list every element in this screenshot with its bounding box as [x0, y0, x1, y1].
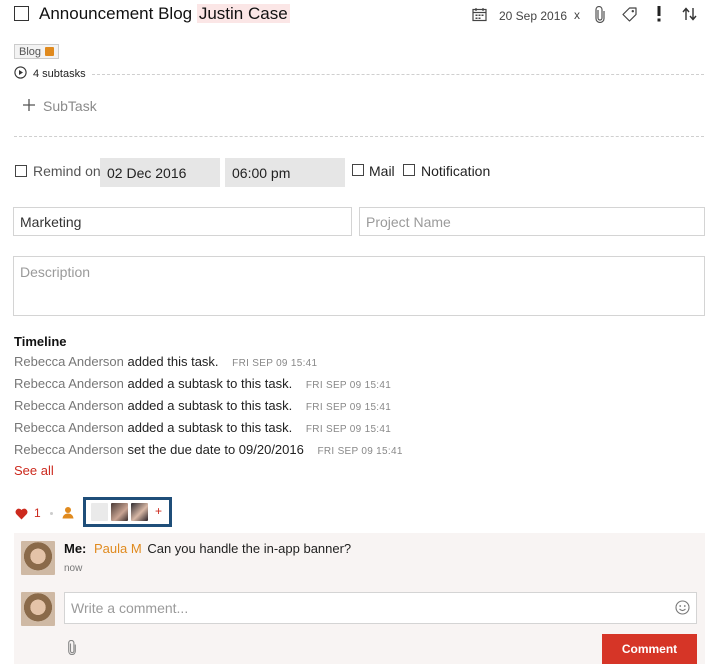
remind-label: Remind on	[33, 163, 101, 179]
separator-dot	[50, 512, 53, 515]
timeline-action: added a subtask to this task.	[127, 398, 293, 413]
comment-header: Me: Paula M Can you handle the in-app ba…	[64, 541, 351, 556]
follower-avatar-placeholder[interactable]	[91, 503, 108, 521]
follower-avatar[interactable]	[131, 503, 148, 521]
notification-checkbox[interactable]	[403, 164, 415, 176]
remind-time-input[interactable]: 06:00 pm	[225, 158, 345, 187]
timeline-action: added a subtask to this task.	[127, 376, 293, 391]
description-field[interactable]: Description	[13, 256, 705, 316]
subtasks-toggle[interactable]: 4 subtasks	[33, 68, 86, 80]
comment-avatar	[21, 541, 55, 575]
section-divider	[14, 136, 704, 137]
mail-label: Mail	[369, 163, 395, 179]
tag-label: Blog	[19, 45, 42, 58]
timeline-time: FRI SEP 09 15:41	[305, 424, 392, 435]
task-assignee[interactable]: Justin Case	[196, 4, 290, 23]
timeline-action: set the due date to 09/20/2016	[127, 442, 304, 457]
category-value: Marketing	[20, 213, 82, 230]
due-date[interactable]: 20 Sep 2016	[499, 9, 567, 23]
timeline-entry: Rebecca Anderson added a subtask to this…	[14, 376, 391, 391]
sort-icon[interactable]	[682, 7, 697, 26]
timeline-time: FRI SEP 09 15:41	[317, 446, 403, 457]
tag-chip[interactable]: Blog	[14, 44, 60, 59]
priority-icon[interactable]	[656, 6, 662, 27]
remind-checkbox[interactable]	[15, 165, 27, 177]
add-subtask-button[interactable]: SubTask	[43, 98, 97, 114]
timeline-action: added a subtask to this task.	[127, 420, 293, 435]
category-field[interactable]: Marketing	[13, 207, 352, 236]
plus-icon[interactable]	[23, 98, 35, 116]
comment-time: now	[64, 563, 83, 574]
like-count: 1	[34, 506, 41, 520]
notification-label: Notification	[421, 163, 491, 179]
followers-box[interactable]: +	[83, 497, 172, 527]
follower-avatar[interactable]	[111, 503, 128, 521]
timeline-heading: Timeline	[14, 334, 67, 349]
mail-checkbox[interactable]	[352, 164, 364, 176]
timeline-action: added this task.	[127, 354, 219, 369]
play-circle-icon[interactable]	[14, 66, 27, 84]
comment-author: Me:	[64, 541, 87, 556]
timeline-time: FRI SEP 09 15:41	[305, 380, 392, 391]
calendar-icon[interactable]	[472, 7, 487, 27]
comment-text: Can you handle the in-app banner?	[147, 541, 352, 556]
add-follower-button[interactable]: +	[155, 504, 162, 518]
task-complete-checkbox[interactable]	[14, 6, 29, 21]
timeline-user[interactable]: Rebecca Anderson	[14, 398, 124, 413]
person-icon[interactable]	[62, 506, 74, 524]
comment-composer: Write a comment... Comment	[14, 583, 705, 664]
heart-icon[interactable]	[15, 507, 28, 525]
see-all-link[interactable]: See all	[14, 463, 54, 478]
timeline-time: FRI SEP 09 15:41	[305, 402, 392, 413]
timeline-user[interactable]: Rebecca Anderson	[14, 442, 124, 457]
paperclip-icon[interactable]	[67, 639, 77, 660]
comment-input-placeholder: Write a comment...	[71, 600, 189, 616]
composer-avatar	[21, 592, 55, 626]
timeline-user[interactable]: Rebecca Anderson	[14, 376, 124, 391]
task-title-row: Announcement Blog Justin Case	[39, 4, 290, 24]
smiley-icon[interactable]	[675, 600, 690, 620]
clear-due-date-button[interactable]: x	[574, 8, 580, 22]
comment-mention[interactable]: Paula M	[94, 541, 142, 556]
comment-item: Me: Paula M Can you handle the in-app ba…	[14, 533, 705, 583]
timeline-time: FRI SEP 09 15:41	[232, 358, 318, 369]
task-title[interactable]: Announcement Blog	[39, 4, 192, 23]
remind-date-input[interactable]: 02 Dec 2016	[100, 158, 220, 187]
subtasks-divider	[92, 74, 704, 75]
timeline-entry: Rebecca Anderson added a subtask to this…	[14, 420, 391, 435]
timeline-user[interactable]: Rebecca Anderson	[14, 354, 124, 369]
comment-input[interactable]: Write a comment...	[64, 592, 697, 624]
timeline-entry: Rebecca Anderson set the due date to 09/…	[14, 442, 403, 457]
timeline-entry: Rebecca Anderson added this task. FRI SE…	[14, 354, 317, 369]
project-name-placeholder: Project Name	[366, 213, 451, 230]
timeline-entry: Rebecca Anderson added a subtask to this…	[14, 398, 391, 413]
tag-color-dot	[45, 47, 55, 56]
timeline-user[interactable]: Rebecca Anderson	[14, 420, 124, 435]
comment-submit-button[interactable]: Comment	[602, 634, 697, 664]
tag-icon[interactable]	[621, 6, 638, 28]
paperclip-icon[interactable]	[594, 5, 606, 28]
description-placeholder: Description	[20, 264, 91, 280]
project-name-field[interactable]: Project Name	[359, 207, 705, 236]
